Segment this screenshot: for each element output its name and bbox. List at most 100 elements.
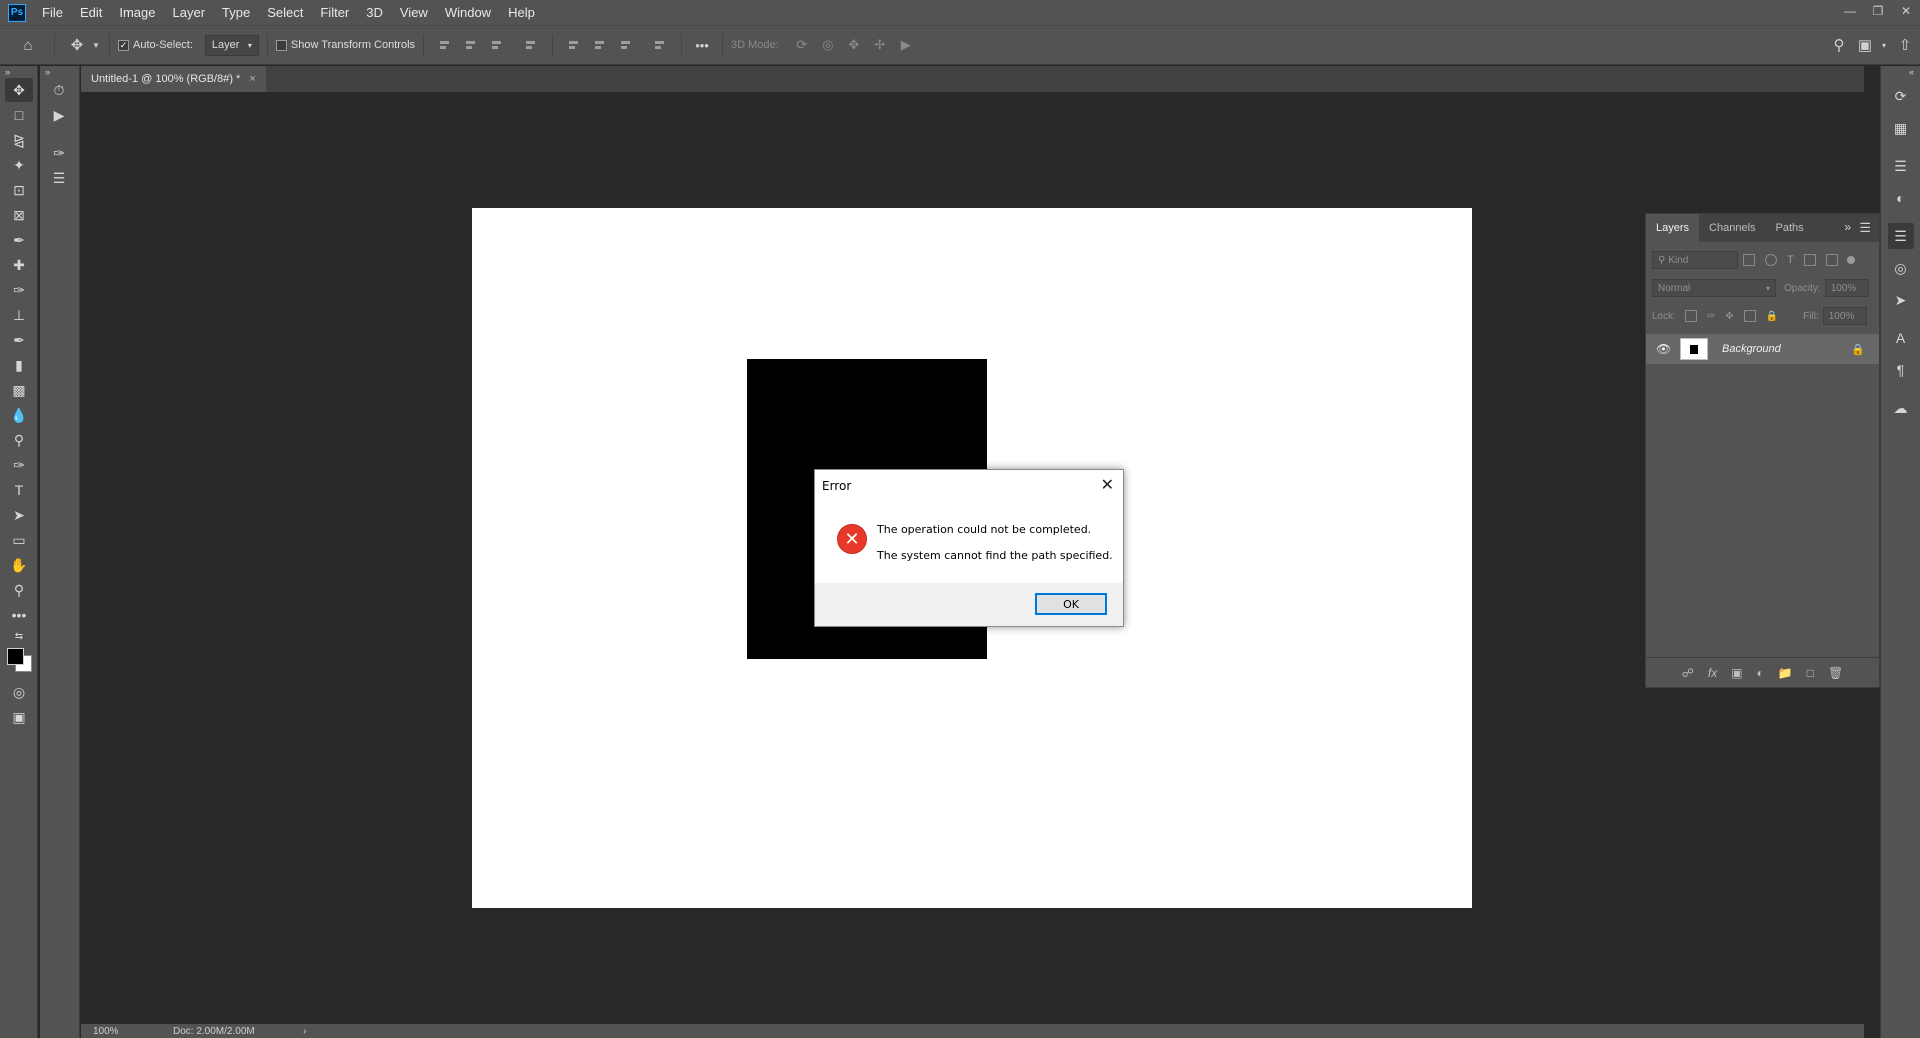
layer-lock-icon[interactable]: 🔒 xyxy=(1851,343,1865,356)
gradient-tool-icon[interactable]: ▩ xyxy=(5,378,33,402)
brushes-panel-icon[interactable]: ☰ xyxy=(45,166,73,190)
menu-window[interactable]: Window xyxy=(445,5,491,20)
history-brush-tool-icon[interactable]: ✒ xyxy=(5,328,33,352)
layer-style-icon[interactable]: fx xyxy=(1708,666,1717,680)
crop-tool-icon[interactable]: ⊡ xyxy=(5,178,33,202)
filter-pixel-icon[interactable] xyxy=(1743,254,1755,266)
panel-menu-icon[interactable]: ☰ xyxy=(1859,220,1871,236)
path-selection-tool-icon[interactable]: ➤ xyxy=(5,503,33,527)
chevron-down-icon[interactable]: ▾ xyxy=(91,40,101,51)
menu-file[interactable]: File xyxy=(42,5,63,20)
actions-panel-icon[interactable]: ▶ xyxy=(45,103,73,127)
healing-brush-tool-icon[interactable]: ✚ xyxy=(5,253,33,277)
visibility-eye-icon[interactable]: 👁 xyxy=(1656,342,1671,356)
brush-tool-icon[interactable]: ✑ xyxy=(5,278,33,302)
search-icon[interactable]: ⚲ xyxy=(1826,36,1852,54)
fill-field[interactable]: 100% xyxy=(1822,307,1867,325)
share-icon[interactable]: ⇧ xyxy=(1890,36,1920,54)
filter-smart-object-icon[interactable] xyxy=(1825,254,1838,266)
delete-layer-icon[interactable]: 🗑 xyxy=(1828,666,1843,680)
minimize-icon[interactable]: — xyxy=(1836,0,1864,22)
eraser-tool-icon[interactable]: ▮ xyxy=(5,353,33,377)
close-icon[interactable]: ✕ xyxy=(1101,475,1114,494)
foreground-color-swatch[interactable] xyxy=(7,648,24,665)
blend-mode-dropdown[interactable]: Normal ▾ xyxy=(1652,279,1776,297)
lock-position-icon[interactable]: ✥ xyxy=(1725,311,1733,322)
hand-tool-icon[interactable]: ✋ xyxy=(5,553,33,577)
link-layers-icon[interactable]: ☍ xyxy=(1682,666,1694,680)
3d-roll-icon[interactable]: ◎ xyxy=(815,37,841,53)
home-icon[interactable]: ⌂ xyxy=(10,37,46,54)
move-tool-icon[interactable]: ✥ xyxy=(63,36,91,54)
channels-panel-icon[interactable]: ◎ xyxy=(1888,255,1914,281)
status-menu-arrow[interactable]: › xyxy=(303,1026,306,1037)
align-vertical-center-icon[interactable] xyxy=(593,38,607,52)
menu-edit[interactable]: Edit xyxy=(80,5,102,20)
filter-adjustment-icon[interactable] xyxy=(1765,254,1777,266)
align-top-icon[interactable] xyxy=(567,38,581,52)
align-bottom-icon[interactable] xyxy=(619,38,633,52)
show-transform-checkbox[interactable] xyxy=(275,39,287,51)
document-tab[interactable]: Untitled-1 @ 100% (RGB/8#) * × xyxy=(81,66,266,92)
tab-layers[interactable]: Layers xyxy=(1646,214,1700,242)
lock-transparent-pixels-icon[interactable] xyxy=(1684,310,1697,322)
libraries-panel-icon[interactable]: ☁ xyxy=(1888,395,1914,421)
marquee-tool-icon[interactable]: □ xyxy=(5,103,33,127)
close-tab-icon[interactable]: × xyxy=(249,73,255,85)
pen-tool-icon[interactable]: ✑ xyxy=(5,453,33,477)
character-panel-icon[interactable]: A xyxy=(1888,325,1914,351)
quick-mask-icon[interactable]: ◎ xyxy=(5,680,33,704)
menu-select[interactable]: Select xyxy=(267,5,303,20)
menu-help[interactable]: Help xyxy=(508,5,535,20)
filter-toggle-icon[interactable] xyxy=(1846,256,1855,264)
properties-panel-icon[interactable]: ☰ xyxy=(1888,153,1914,179)
swap-colors-icon[interactable]: ⇆ xyxy=(5,628,33,644)
lock-all-icon[interactable]: 🔒 xyxy=(1766,311,1778,322)
collapse-icon[interactable]: « xyxy=(1886,67,1914,77)
adjustment-layer-icon[interactable]: ◐ xyxy=(1757,666,1764,680)
3d-pan-icon[interactable]: ✥ xyxy=(841,37,867,53)
distribute-horizontal-icon[interactable] xyxy=(653,38,667,52)
lock-artboard-icon[interactable] xyxy=(1743,310,1756,322)
quick-selection-tool-icon[interactable]: ✦ xyxy=(5,153,33,177)
menu-view[interactable]: View xyxy=(400,5,428,20)
chevron-down-icon[interactable]: ▾ xyxy=(1878,41,1890,50)
menu-filter[interactable]: Filter xyxy=(320,5,349,20)
edit-toolbar-icon[interactable]: ••• xyxy=(5,603,33,627)
blur-tool-icon[interactable]: 💧 xyxy=(5,403,33,427)
menu-image[interactable]: Image xyxy=(119,5,155,20)
close-window-icon[interactable]: ✕ xyxy=(1892,0,1920,22)
zoom-tool-icon[interactable]: ⚲ xyxy=(5,578,33,602)
adjustments-panel-icon[interactable]: ◐ xyxy=(1888,185,1914,211)
tab-channels[interactable]: Channels xyxy=(1699,214,1765,242)
restore-icon[interactable]: ❐ xyxy=(1864,0,1892,22)
auto-select-checkbox[interactable]: ✓ xyxy=(118,39,129,51)
layers-panel-icon[interactable]: ☰ xyxy=(1887,223,1914,249)
new-layer-icon[interactable]: □ xyxy=(1807,666,1814,680)
tab-paths[interactable]: Paths xyxy=(1766,214,1814,242)
rectangle-tool-icon[interactable]: ▭ xyxy=(5,528,33,552)
align-horizontal-center-icon[interactable] xyxy=(464,38,478,52)
collapse-icon[interactable]: » xyxy=(5,67,33,77)
menu-3d[interactable]: 3D xyxy=(366,5,383,20)
zoom-level[interactable]: 100% xyxy=(93,1026,173,1037)
align-left-icon[interactable] xyxy=(438,38,452,52)
layer-row[interactable]: 👁 Background 🔒 xyxy=(1646,334,1879,364)
add-mask-icon[interactable]: ▣ xyxy=(1731,666,1742,680)
3d-orbit-icon[interactable]: ⟳ xyxy=(789,37,815,53)
distribute-vertical-icon[interactable] xyxy=(524,38,538,52)
clone-stamp-tool-icon[interactable]: ⊥ xyxy=(5,303,33,327)
align-right-icon[interactable] xyxy=(490,38,504,52)
filter-shape-icon[interactable] xyxy=(1803,254,1816,266)
workspace-icon[interactable]: ▣ xyxy=(1852,36,1878,54)
3d-camera-icon[interactable]: ▶ xyxy=(893,37,919,53)
kind-filter-dropdown[interactable]: ⚲ Kind xyxy=(1652,251,1738,269)
lasso-tool-icon[interactable]: ⧎ xyxy=(5,128,33,152)
new-group-icon[interactable]: 📁 xyxy=(1778,666,1793,680)
move-tool-icon[interactable]: ✥ xyxy=(5,78,33,102)
paragraph-panel-icon[interactable]: ¶ xyxy=(1888,357,1914,383)
brush-settings-icon[interactable]: ✑ xyxy=(45,141,73,165)
type-tool-icon[interactable]: T xyxy=(5,478,33,502)
eyedropper-tool-icon[interactable]: ✒ xyxy=(5,228,33,252)
dodge-tool-icon[interactable]: ⚲ xyxy=(5,428,33,452)
